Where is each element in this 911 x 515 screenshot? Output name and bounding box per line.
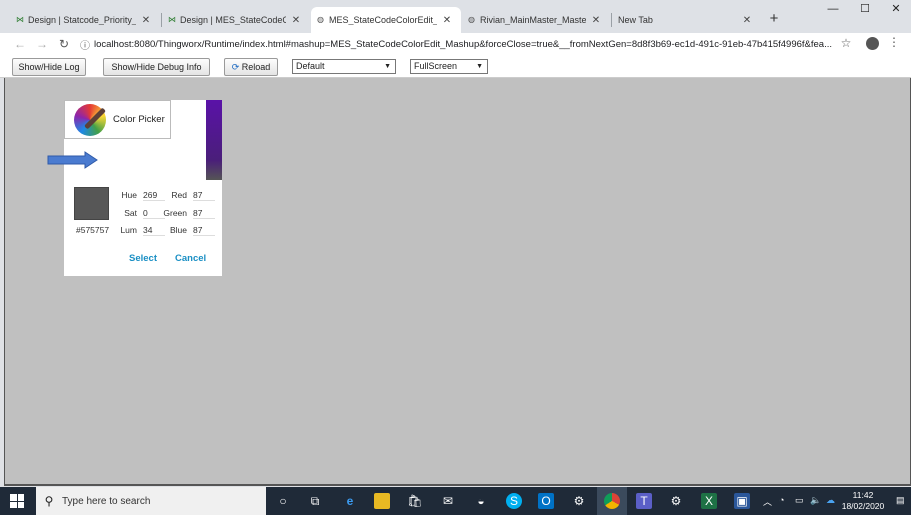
hue-label: Hue — [121, 190, 137, 200]
browser-tab[interactable]: ⋈ Design | Statcode_Priority_Ne ✕ — [10, 7, 160, 33]
forward-icon[interactable]: → — [34, 36, 50, 52]
theme-select-value: Default — [296, 61, 325, 71]
clock-time: 11:42 — [852, 490, 874, 500]
browser-menu-icon[interactable]: ⋮ — [888, 35, 900, 49]
arrow-right-icon — [47, 151, 98, 169]
blue-label: Blue — [169, 225, 187, 235]
file-explorer-icon[interactable] — [374, 493, 390, 509]
address-bar[interactable]: ⓘ localhost:8080/Thingworx/Runtime/index… — [80, 35, 856, 53]
browser-tab[interactable]: ◍ Rivian_MainMaster_Master_S ✕ — [462, 7, 610, 33]
skype-icon[interactable]: S — [506, 493, 522, 509]
browser-tab[interactable]: ⋈ Design | MES_StateCodeColor ✕ — [162, 7, 310, 33]
tab-title: New Tab — [618, 15, 653, 25]
search-placeholder: Type here to search — [62, 495, 151, 507]
lum-label: Lum — [120, 225, 137, 235]
reload-button[interactable]: ⟳ Reload — [224, 58, 278, 76]
sat-label: Sat — [124, 208, 137, 218]
reload-icon: ⟳ — [231, 62, 240, 72]
settings-gear-icon[interactable]: ⚙ — [668, 493, 684, 509]
excel-icon[interactable]: X — [701, 493, 717, 509]
app-icon[interactable]: ◒ — [473, 493, 489, 509]
red-field[interactable]: 87 — [193, 190, 215, 201]
browser-tab[interactable]: New Tab ✕ — [611, 7, 761, 33]
reload-icon[interactable]: ↻ — [56, 36, 72, 52]
theme-select[interactable]: Default ▼ — [292, 59, 396, 74]
close-icon[interactable]: ✕ — [590, 15, 602, 26]
hex-value: #575757 — [76, 225, 110, 235]
volume-icon[interactable]: 🔈 — [810, 495, 821, 506]
thingworx-icon: ⋈ — [16, 15, 24, 24]
store-icon[interactable]: 🛍 — [407, 493, 423, 509]
reload-label: Reload — [241, 62, 271, 72]
tab-title: MES_StateCodeColorEdit_Ma — [329, 15, 437, 25]
close-window-button[interactable]: ✕ — [881, 2, 911, 16]
network-icon[interactable]: ◔ — [779, 495, 784, 505]
taskbar-clock[interactable]: 11:42 18/02/2020 — [838, 490, 888, 512]
search-icon: ⚲ — [44, 494, 54, 508]
minimize-button[interactable]: — — [818, 2, 848, 16]
close-icon[interactable]: ✕ — [290, 15, 302, 26]
thingworx-icon: ⋈ — [168, 15, 176, 24]
show-hide-debug-button[interactable]: Show/Hide Debug Info — [103, 58, 210, 76]
color-preview-bar — [206, 100, 222, 180]
close-icon[interactable]: ✕ — [741, 15, 753, 26]
close-icon[interactable]: ✕ — [441, 15, 453, 26]
color-picker-label: Color Picker — [113, 114, 165, 125]
app-icon[interactable]: ▣ — [734, 493, 750, 509]
mail-icon[interactable]: ✉ — [440, 493, 456, 509]
windows-start-icon[interactable] — [10, 494, 24, 508]
bookmark-star-icon[interactable]: ☆ — [838, 36, 854, 50]
onedrive-icon[interactable]: ☁ — [826, 495, 835, 506]
color-palette-icon — [74, 104, 106, 136]
globe-icon: ◍ — [317, 15, 324, 24]
cortana-icon[interactable]: ○ — [275, 493, 291, 509]
notifications-icon[interactable]: ▤ — [896, 495, 905, 506]
clock-date: 18/02/2020 — [841, 501, 885, 511]
dropdown-arrow-icon: ▼ — [384, 63, 391, 70]
chevron-up-icon[interactable]: ︿ — [763, 495, 772, 508]
green-label: Green — [163, 208, 187, 218]
color-swatch — [74, 187, 109, 220]
cancel-button[interactable]: Cancel — [175, 253, 206, 264]
chrome-icon[interactable] — [604, 493, 620, 509]
new-tab-button[interactable]: + — [766, 11, 782, 27]
outlook-icon[interactable]: O — [538, 493, 554, 509]
tab-title: Design | MES_StateCodeColor — [180, 15, 286, 25]
tab-title: Design | Statcode_Priority_Ne — [28, 15, 136, 25]
teams-icon[interactable]: T — [636, 493, 652, 509]
dropdown-arrow-icon: ▼ — [476, 63, 483, 70]
globe-icon: ◍ — [468, 15, 475, 24]
profile-avatar[interactable] — [866, 37, 879, 50]
settings-icon[interactable]: ⚙ — [571, 493, 587, 509]
color-picker-button[interactable]: Color Picker — [64, 100, 171, 139]
show-hide-log-button[interactable]: Show/Hide Log — [12, 58, 86, 76]
browser-tab-strip: ⋈ Design | Statcode_Priority_Ne ✕ ⋈ Desi… — [0, 0, 911, 33]
blue-field[interactable]: 87 — [193, 225, 215, 236]
windows-taskbar: ⚲ Type here to search ○ ⧉ e 🛍 ✉ ◒ S O ⚙ … — [0, 487, 911, 515]
select-button[interactable]: Select — [129, 253, 157, 264]
browser-toolbar: ← → ↻ ⓘ localhost:8080/Thingworx/Runtime… — [0, 33, 911, 55]
info-icon[interactable]: ⓘ — [80, 37, 94, 52]
red-label: Red — [171, 190, 187, 200]
edge-icon[interactable]: e — [342, 493, 358, 509]
task-view-icon[interactable]: ⧉ — [307, 493, 323, 509]
battery-icon[interactable]: ▭ — [795, 495, 804, 506]
screen-mode-value: FullScreen — [414, 61, 458, 71]
back-icon[interactable]: ← — [12, 36, 28, 52]
close-icon[interactable]: ✕ — [140, 15, 152, 26]
runtime-toolbar: Show/Hide Log Show/Hide Debug Info ⟳ Rel… — [0, 55, 911, 78]
tab-title: Rivian_MainMaster_Master_S — [480, 15, 586, 25]
browser-tab-active[interactable]: ◍ MES_StateCodeColorEdit_Ma ✕ — [311, 7, 461, 33]
taskbar-search-box[interactable]: ⚲ Type here to search — [36, 487, 266, 515]
maximize-button[interactable]: ☐ — [850, 2, 880, 16]
url-text: localhost:8080/Thingworx/Runtime/index.h… — [94, 38, 833, 50]
green-field[interactable]: 87 — [193, 208, 215, 219]
screen-mode-select[interactable]: FullScreen ▼ — [410, 59, 488, 74]
